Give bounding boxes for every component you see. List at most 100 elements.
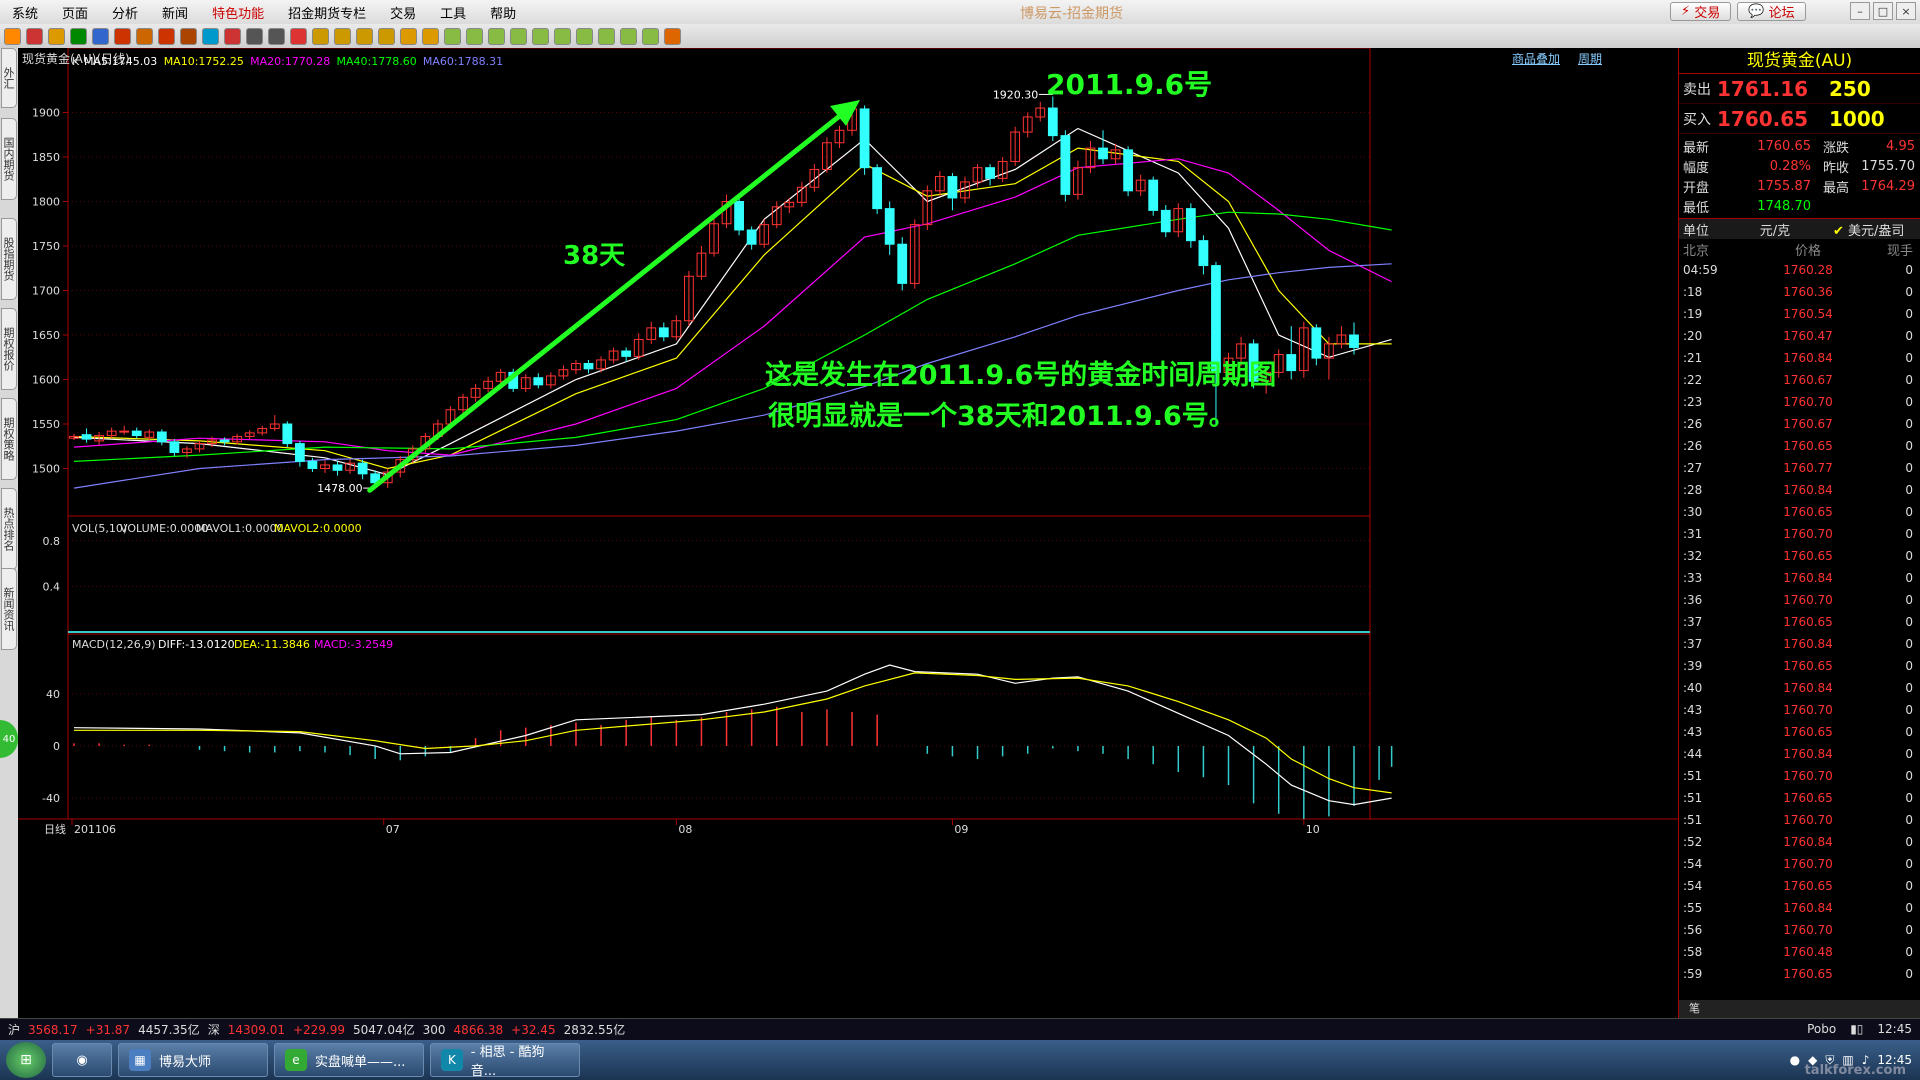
side-tab[interactable]: 外汇 xyxy=(1,48,17,108)
toolbar-tool-icon[interactable] xyxy=(488,27,505,45)
menu-item[interactable]: 招金期货专栏 xyxy=(276,3,378,22)
menu-item[interactable]: 分析 xyxy=(100,3,150,22)
chat-icon: 💬 xyxy=(1748,4,1765,19)
toolbar-tool-icon[interactable] xyxy=(466,27,483,45)
toolbar-tool-icon[interactable] xyxy=(620,27,637,45)
forum-button[interactable]: 💬 论坛 xyxy=(1737,2,1806,21)
toolbar-tool-icon[interactable] xyxy=(70,27,87,45)
unit-alt-checkbox[interactable]: ✔ 美元/盎司 xyxy=(1813,220,1904,239)
taskbar-quick-launch[interactable]: ◉ xyxy=(52,1043,112,1077)
tick-time: :20 xyxy=(1683,329,1703,343)
buy-volume: 1000 xyxy=(1829,106,1885,131)
maximize-icon[interactable]: □ xyxy=(1873,2,1893,20)
status-index-value: 2832.55亿 xyxy=(563,1023,626,1037)
start-button[interactable]: ⊞ xyxy=(6,1042,46,1078)
side-tab[interactable]: 期权报价 xyxy=(1,308,17,390)
tray-icon[interactable]: ● xyxy=(1790,1053,1800,1067)
price-tick-label: 1700 xyxy=(32,285,60,298)
candle-body xyxy=(621,350,632,357)
minimize-icon[interactable]: – xyxy=(1850,2,1870,20)
toolbar-tool-icon[interactable] xyxy=(312,27,329,45)
sell-row[interactable]: 卖出 1761.16 250 xyxy=(1679,74,1920,104)
side-tabs: 外汇国内期货股指期货期权报价期权策略热点排名 新闻资讯 xyxy=(0,48,18,1018)
toolbar-tool-icon[interactable] xyxy=(246,27,263,45)
macd-header-dea: DEA:-11.3846 xyxy=(234,638,310,651)
toolbar-tool-icon[interactable] xyxy=(642,27,659,45)
toolbar-tool-icon[interactable] xyxy=(576,27,593,45)
sell-label: 卖出 xyxy=(1683,81,1711,98)
toolbar-tool-icon[interactable] xyxy=(114,27,131,45)
toolbar-tool-icon[interactable] xyxy=(290,27,307,45)
toolbar-tool-icon[interactable] xyxy=(664,27,681,45)
macd-dea-line xyxy=(74,672,1392,794)
side-tab[interactable]: 股指期货 xyxy=(1,218,17,300)
side-tab[interactable]: 热点排名 xyxy=(1,488,17,570)
tick-time: :54 xyxy=(1683,857,1703,871)
trade-button[interactable]: ⚡ 交易 xyxy=(1670,2,1732,21)
chart-area: 1500 1550 1600 1650 1700 1750 1800 1850 1900 K MA5… xyxy=(18,47,1678,1018)
candle-body xyxy=(1123,149,1134,192)
toolbar-tool-icon[interactable] xyxy=(158,27,175,45)
chart-title: 现货黄金(AU)(日线) xyxy=(22,52,130,66)
close-icon[interactable]: × xyxy=(1896,2,1916,20)
toolbar-tool-icon[interactable] xyxy=(268,27,285,45)
toolbar-tool-icon[interactable] xyxy=(48,27,65,45)
side-tab[interactable]: 期权策略 xyxy=(1,398,17,480)
tick-row: :39 1760.65 0 xyxy=(1679,655,1920,677)
taskbar-item-boyi[interactable]: ▦ 博易大师 xyxy=(118,1043,268,1077)
taskbar-item-label: - 相思 - 酷狗音... xyxy=(470,1045,545,1079)
tick-volume: 0 xyxy=(1905,439,1913,453)
tick-row: :22 1760.67 0 xyxy=(1679,369,1920,391)
menu-item[interactable]: 系统 xyxy=(0,3,50,22)
taskbar-item-browser[interactable]: e 实盘喊单——... xyxy=(274,1043,424,1077)
toolbar-tool-icon[interactable] xyxy=(4,27,21,45)
toolbar-tool-icon[interactable] xyxy=(532,27,549,45)
toolbar-tool-icon[interactable] xyxy=(554,27,571,45)
tick-volume: 0 xyxy=(1905,813,1913,827)
candle-body xyxy=(734,201,744,231)
tick-time: :26 xyxy=(1683,417,1703,431)
menu-item[interactable]: 帮助 xyxy=(478,3,528,22)
buy-row[interactable]: 买入 1760.65 1000 xyxy=(1679,104,1920,134)
tick-price: 1760.36 xyxy=(1783,285,1833,299)
tick-row: :37 1760.65 0 xyxy=(1679,611,1920,633)
toolbar-tool-icon[interactable] xyxy=(444,27,461,45)
period-link[interactable]: 周期 xyxy=(1578,50,1602,67)
menu-item[interactable]: 特色功能 xyxy=(200,3,276,22)
overlay-link[interactable]: 商品叠加 xyxy=(1512,50,1560,67)
toolbar-tool-icon[interactable] xyxy=(400,27,417,45)
tick-volume: 0 xyxy=(1905,659,1913,673)
candle-body xyxy=(1060,135,1071,195)
menu-item[interactable]: 页面 xyxy=(50,3,100,22)
candle-body xyxy=(1198,240,1209,267)
toolbar-tool-icon[interactable] xyxy=(598,27,615,45)
side-tab[interactable]: 新闻资讯 xyxy=(1,568,17,650)
unit-value[interactable]: 元/克 xyxy=(1737,220,1813,239)
toolbar-tool-icon[interactable] xyxy=(202,27,219,45)
toolbar-tool-icon[interactable] xyxy=(356,27,373,45)
taskbar-item-music[interactable]: K - 相思 - 酷狗音... xyxy=(430,1043,580,1079)
tick-price: 1760.77 xyxy=(1783,461,1833,475)
toolbar-tool-icon[interactable] xyxy=(334,27,351,45)
menu-item[interactable]: 工具 xyxy=(428,3,478,22)
side-tab[interactable]: 国内期货 xyxy=(1,118,17,200)
menu-item[interactable]: 新闻 xyxy=(150,3,200,22)
toolbar-tool-icon[interactable] xyxy=(378,27,395,45)
toolbar-tool-icon[interactable] xyxy=(26,27,43,45)
tick-volume: 0 xyxy=(1905,549,1913,563)
tick-price: 1760.84 xyxy=(1783,483,1833,497)
toolbar-tool-icon[interactable] xyxy=(422,27,439,45)
candle-body xyxy=(1185,208,1196,242)
toolbar-tool-icon[interactable] xyxy=(224,27,241,45)
tick-volume: 0 xyxy=(1905,461,1913,475)
tick-volume: 0 xyxy=(1905,395,1913,409)
toolbar-tool-icon[interactable] xyxy=(510,27,527,45)
toolbar-tool-icon[interactable] xyxy=(180,27,197,45)
tick-row: :51 1760.65 0 xyxy=(1679,787,1920,809)
tick-time: :18 xyxy=(1683,285,1703,299)
toolbar-tool-icon[interactable] xyxy=(136,27,153,45)
taskbar-item-label: 博易大师 xyxy=(159,1054,212,1070)
tick-row: :19 1760.54 0 xyxy=(1679,303,1920,325)
menu-item[interactable]: 交易 xyxy=(378,3,428,22)
toolbar-tool-icon[interactable] xyxy=(92,27,109,45)
